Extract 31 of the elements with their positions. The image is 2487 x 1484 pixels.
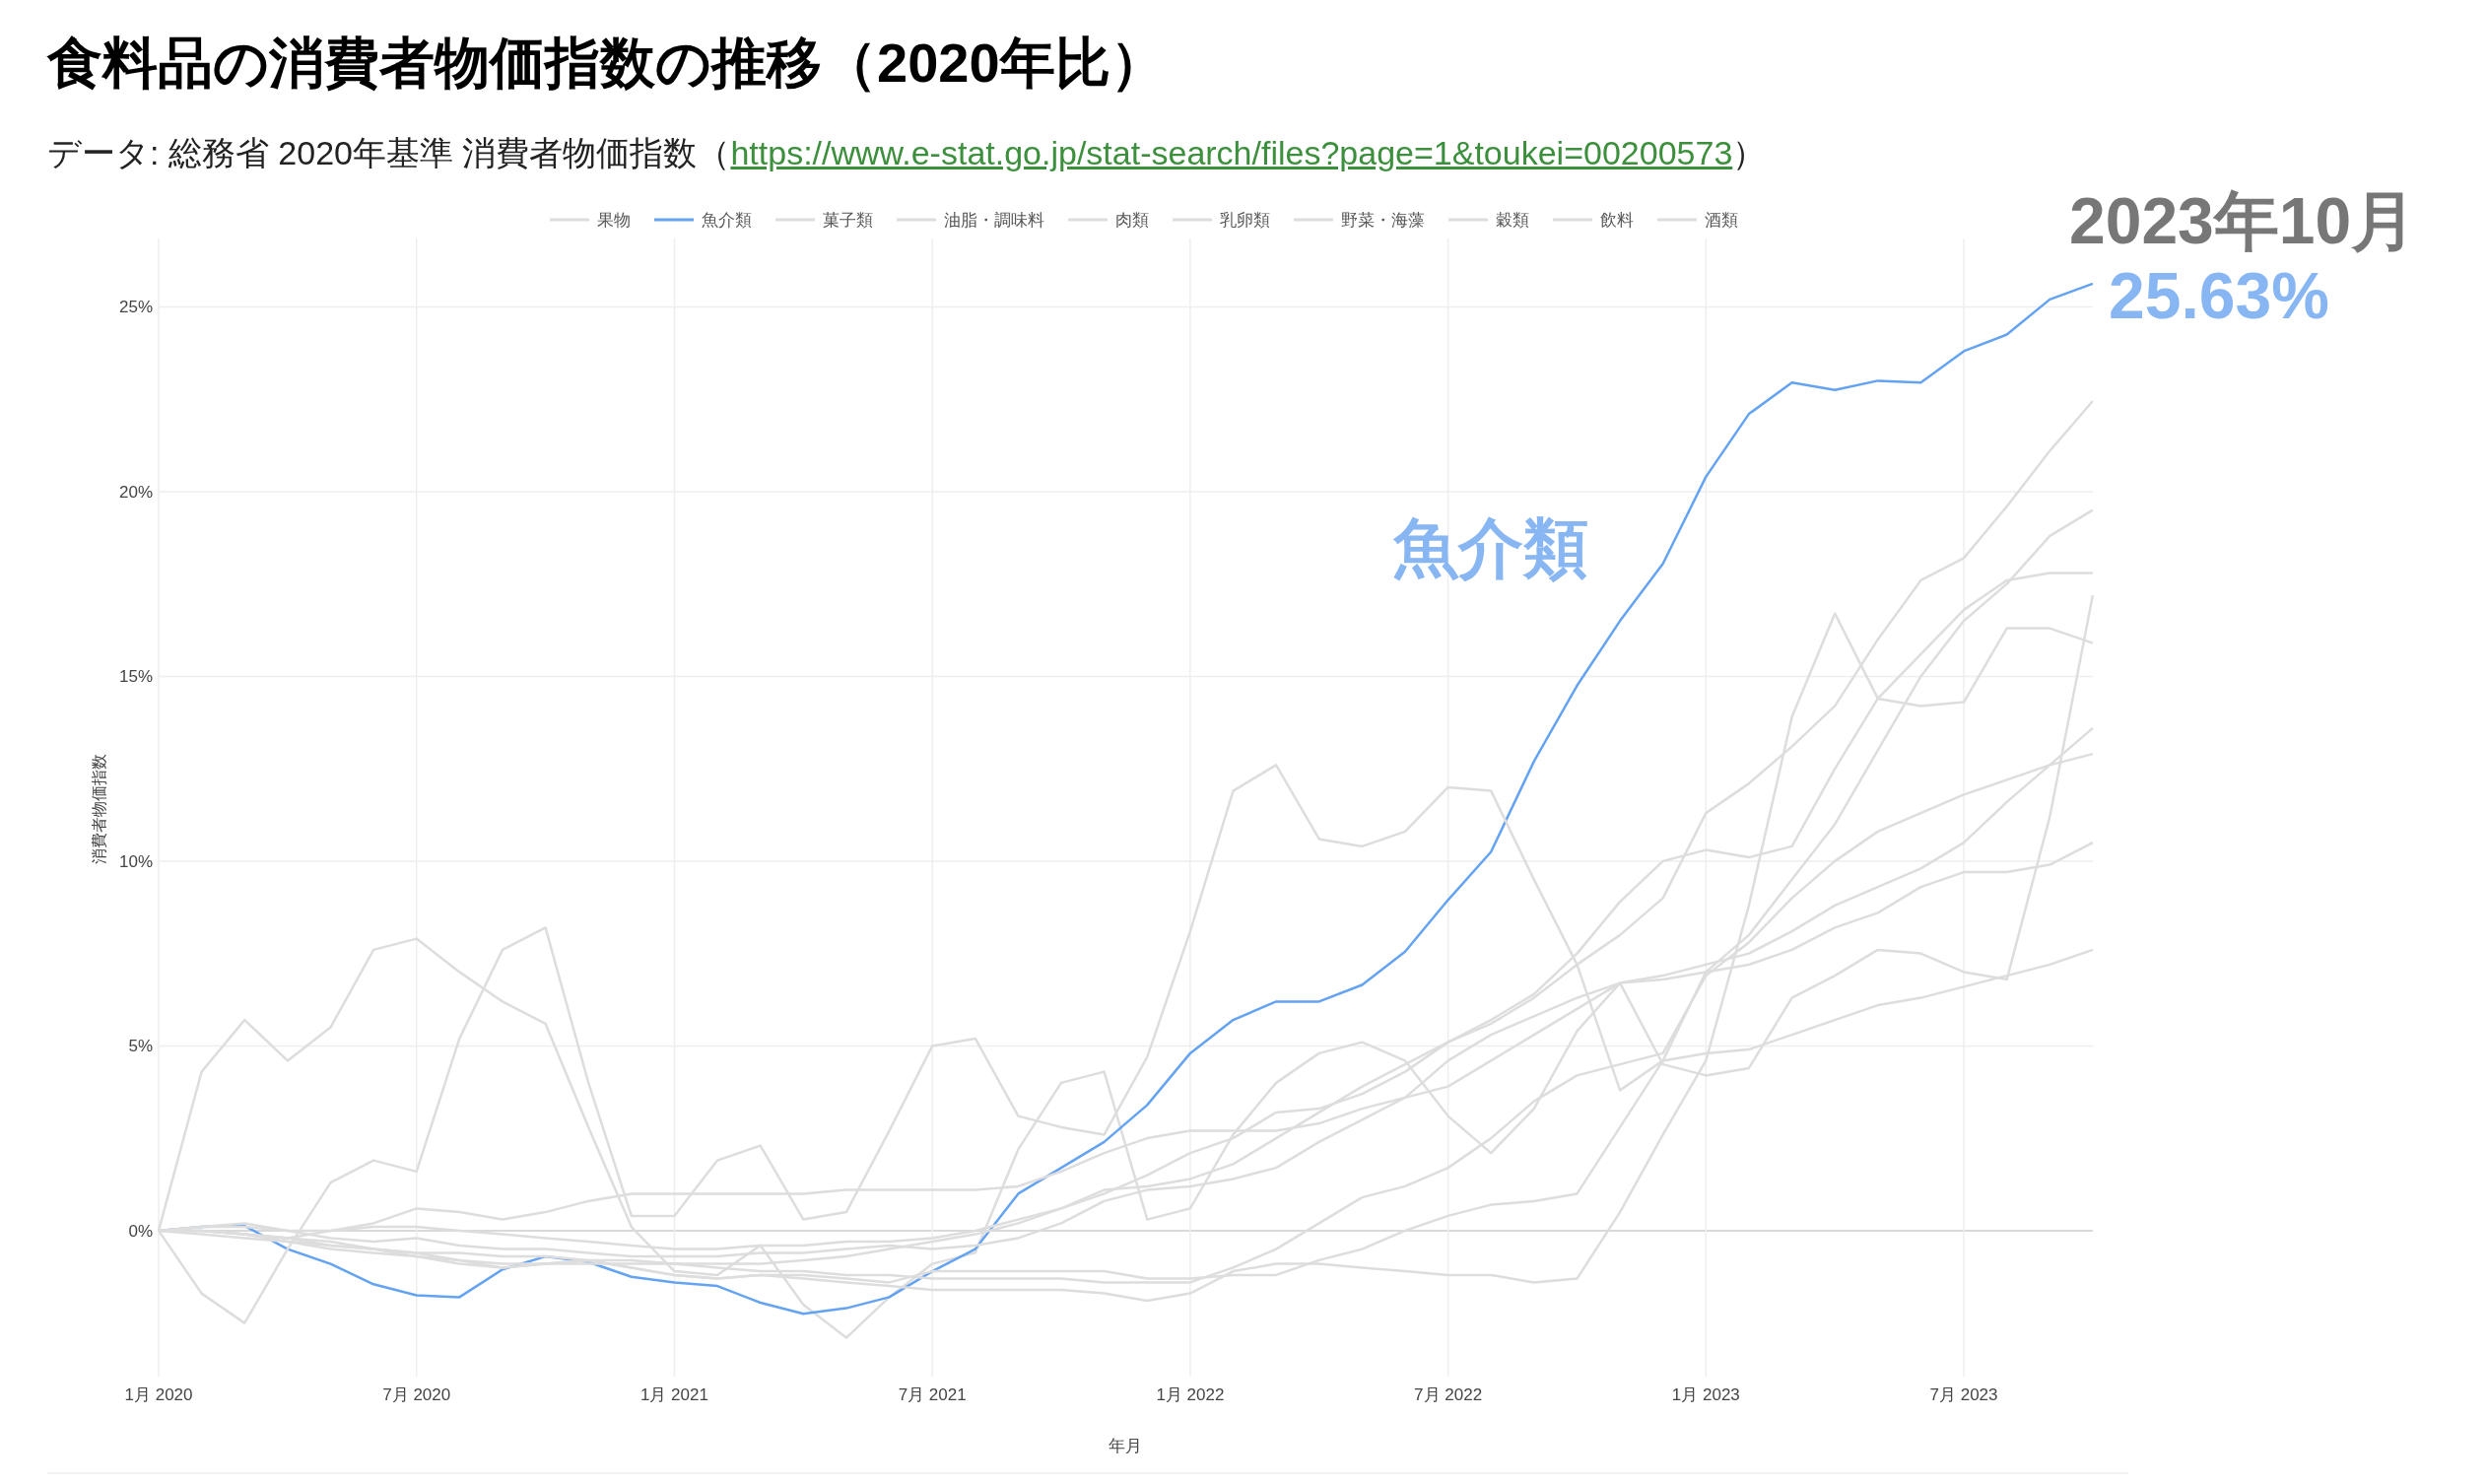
- legend-label: 魚介類: [702, 211, 752, 230]
- axis-tick-label: 7月 2022: [1414, 1385, 1483, 1404]
- data-source-text: データ: 総務省 2020年基準 消費者物価指数（https://www.e-stat.go.jp/stat-search/files?page=1&toukei=00200573）: [46, 133, 1767, 173]
- axis-tick-label: 0%: [128, 1221, 153, 1241]
- axis-tick-label: 7月 2021: [898, 1385, 967, 1404]
- legend-label: 穀類: [1496, 211, 1529, 230]
- axis-tick-label: 15%: [118, 667, 153, 687]
- chart-title: 食料品の消費者物価指数の推移（2020年比）: [45, 31, 1166, 96]
- axis-tick-label: 1月 2022: [1156, 1385, 1225, 1404]
- legend-label: 菓子類: [823, 211, 873, 230]
- chart-annotation: 2023年10月: [2069, 183, 2417, 258]
- axis-tick-label: 25%: [118, 298, 153, 317]
- legend-label: 野菜・海藻: [1341, 211, 1425, 230]
- legend-label: 油脂・調味料: [944, 211, 1044, 230]
- legend-label: 乳卵類: [1220, 211, 1270, 230]
- axis-tick-label: 10%: [118, 851, 153, 871]
- axis-title: 年月: [1109, 1437, 1142, 1455]
- axis-title: 消費者物価指数: [91, 754, 107, 864]
- axis-tick-label: 7月 2023: [1929, 1385, 1998, 1404]
- chart-annotation: 魚介類: [1393, 510, 1588, 585]
- legend-label: 飲料: [1600, 211, 1634, 230]
- legend-label: 肉類: [1115, 211, 1149, 230]
- axis-tick-label: 7月 2020: [382, 1385, 451, 1404]
- legend-label: 果物: [597, 211, 631, 230]
- axis-tick-label: 1月 2021: [639, 1385, 708, 1404]
- chart-annotation: 25.63%: [2109, 258, 2329, 333]
- axis-tick-label: 1月 2020: [124, 1385, 193, 1404]
- axis-tick-label: 1月 2023: [1671, 1385, 1740, 1404]
- axis-tick-label: 20%: [118, 482, 153, 502]
- legend-label: 酒類: [1705, 211, 1738, 230]
- axis-tick-label: 5%: [128, 1037, 153, 1056]
